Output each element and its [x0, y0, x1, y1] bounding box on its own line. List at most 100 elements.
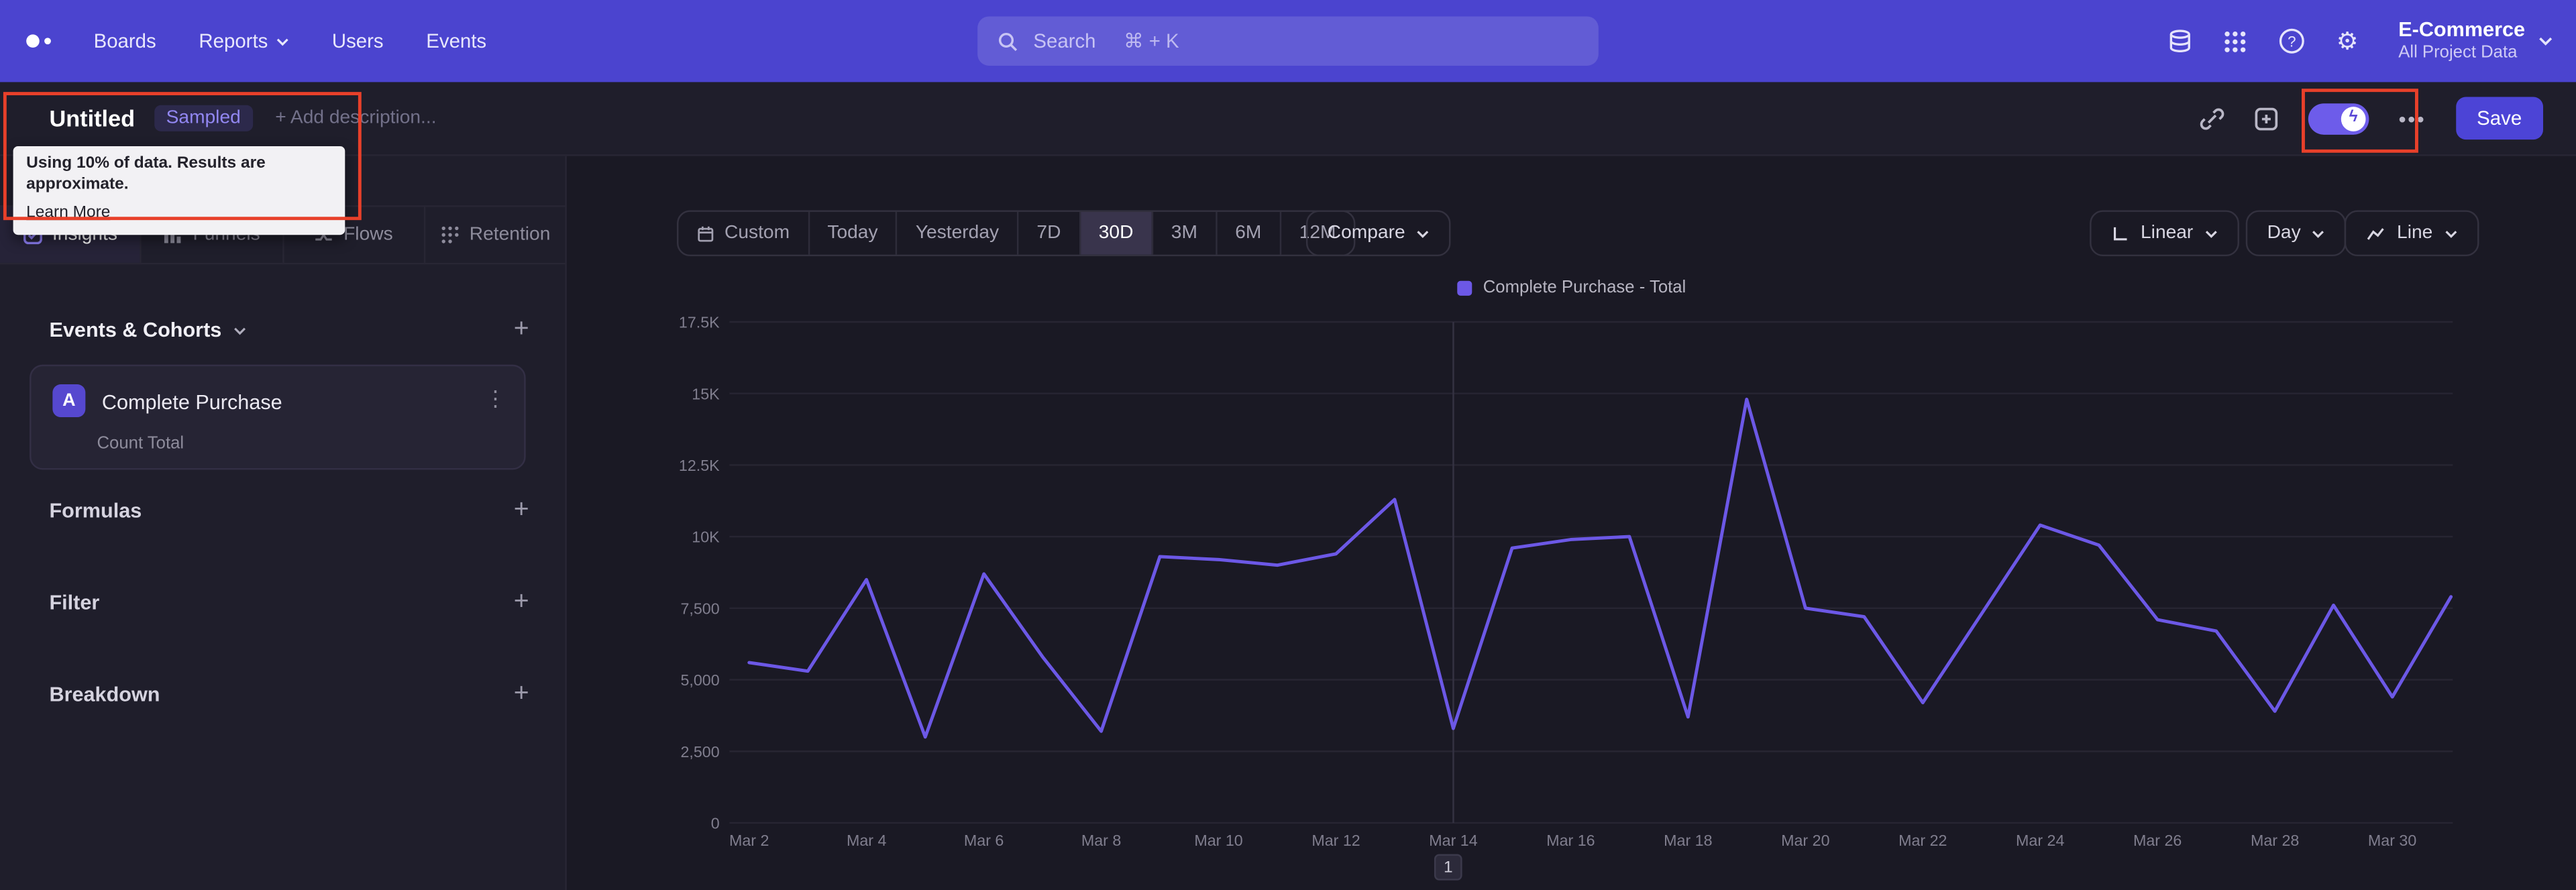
add-formulas-button[interactable]: +	[514, 497, 529, 524]
nav-label: Boards	[93, 30, 156, 53]
date-range-segment: Custom Today Yesterday 7D 30D 3M 6M 12M	[676, 210, 1356, 257]
y-tick-label: 15K	[692, 385, 720, 402]
tooltip-text: Using 10% of data. Results are approxima…	[26, 154, 266, 193]
chevron-down-icon	[2539, 37, 2553, 46]
nav-item-reports[interactable]: Reports	[199, 30, 289, 52]
top-nav: Boards Reports Users Events Search ⌘ + K…	[0, 0, 2576, 82]
event-aggregation[interactable]: Count Total	[97, 434, 184, 453]
events-cohorts-label[interactable]: Events & Cohorts	[49, 319, 221, 341]
add-to-board-icon[interactable]	[2254, 106, 2279, 131]
tab-retention[interactable]: Retention	[423, 207, 565, 263]
add-description-button[interactable]: + Add description...	[275, 109, 436, 128]
event-series-badge: A	[52, 384, 86, 418]
range-yesterday[interactable]: Yesterday	[896, 211, 1017, 255]
range-label: Custom	[724, 223, 790, 243]
y-tick-label: 12.5K	[679, 457, 720, 474]
range-3m[interactable]: 3M	[1151, 211, 1215, 255]
chart-panel: Custom Today Yesterday 7D 30D 3M 6M 12M Compare…	[566, 156, 2576, 890]
sidebar-section-filter: Filter +	[49, 586, 529, 619]
section-label: Filter	[49, 591, 100, 614]
event-card[interactable]: A Complete Purchase ⋮ Count Total	[30, 364, 526, 470]
x-tick-label: Mar 16	[1546, 832, 1595, 849]
sidebar-section-formulas: Formulas +	[49, 494, 529, 527]
project-scope: All Project Data	[2398, 43, 2518, 63]
nav-item-users[interactable]: Users	[332, 30, 384, 52]
sampled-badge[interactable]: Sampled	[154, 105, 252, 131]
scale-label: Linear	[2141, 223, 2194, 243]
x-tick-label: Mar 28	[2251, 832, 2299, 849]
range-today[interactable]: Today	[807, 211, 896, 255]
nav-right: ? ⚙ E-Commerce All Project Data	[2165, 0, 2553, 82]
nav-label: Reports	[199, 30, 268, 53]
x-tick-label: Mar 6	[964, 832, 1004, 849]
x-tick-label: Mar 10	[1194, 832, 1242, 849]
chart-line	[747, 397, 2453, 739]
compare-label: Compare	[1327, 223, 1405, 243]
section-label: Formulas	[49, 499, 142, 522]
toolbar-actions: ϟ ••• Save	[2200, 97, 2544, 140]
mixpanel-logo-icon[interactable]	[26, 34, 51, 48]
apps-grid-icon[interactable]	[2221, 26, 2251, 56]
project-selector[interactable]: E-Commerce All Project Data	[2398, 17, 2553, 64]
range-label: 3M	[1171, 223, 1197, 243]
x-tick-label: Mar 30	[2368, 832, 2416, 849]
gear-glyph: ⚙	[2336, 27, 2359, 56]
report-title[interactable]: Untitled	[49, 105, 135, 131]
compare-button[interactable]: Compare	[1305, 210, 1452, 257]
nav-label: Events	[426, 30, 487, 53]
more-options-button[interactable]: •••	[2398, 106, 2426, 131]
y-tick-label: 5,000	[680, 671, 719, 689]
chevron-down-icon	[2445, 229, 2457, 237]
y-tick-label: 7,500	[680, 600, 719, 617]
legend-label[interactable]: Complete Purchase - Total	[1483, 278, 1686, 297]
nav-left: Boards Reports Users Events	[26, 0, 486, 82]
project-texts: E-Commerce All Project Data	[2398, 17, 2525, 64]
add-breakdown-button[interactable]: +	[514, 681, 529, 708]
range-label: 7D	[1036, 223, 1061, 243]
sidebar-sections: Formulas + Filter + Breakdown +	[49, 494, 529, 711]
retention-icon	[441, 226, 458, 243]
chart-type-line-dropdown[interactable]: Line	[2344, 210, 2479, 257]
save-button[interactable]: Save	[2455, 97, 2544, 140]
search-input[interactable]: Search ⌘ + K	[977, 16, 1599, 66]
chevron-down-icon	[2313, 229, 2325, 237]
tab-label: Retention	[469, 225, 551, 245]
x-tick-label: Mar 20	[1781, 832, 1829, 849]
learn-more-link[interactable]: Learn More	[26, 204, 110, 222]
settings-gear-icon[interactable]: ⚙	[2332, 26, 2362, 56]
line-chart[interactable]: 0 2,500 5,000 7,500 10K 12.5K 15K 17.5K Mar 2 Mar…	[659, 304, 2482, 879]
range-30d[interactable]: 30D	[1079, 211, 1152, 255]
event-title[interactable]: Complete Purchase	[102, 391, 282, 414]
mixpanel-insights-app: Boards Reports Users Events Search ⌘ + K…	[0, 0, 2576, 890]
sampling-toggle[interactable]: ϟ	[2308, 103, 2369, 134]
help-icon[interactable]: ?	[2277, 26, 2306, 56]
event-options-kebab[interactable]: ⋮	[484, 386, 506, 412]
section-label: Breakdown	[49, 683, 160, 707]
range-6m[interactable]: 6M	[1215, 211, 1279, 255]
chevron-down-icon	[276, 38, 288, 46]
tab-label: Flows	[343, 225, 393, 245]
pagination-page-1[interactable]: 1	[1434, 854, 1462, 881]
y-tick-label: 0	[711, 815, 720, 832]
link-icon[interactable]	[2200, 106, 2224, 131]
x-tick-label: Mar 26	[2133, 832, 2182, 849]
project-name: E-Commerce	[2398, 17, 2526, 41]
interval-day-dropdown[interactable]: Day	[2245, 210, 2347, 257]
chevron-down-icon	[2205, 229, 2217, 237]
range-custom[interactable]: Custom	[678, 212, 808, 255]
add-event-button[interactable]: +	[514, 316, 529, 343]
line-chart-icon	[2367, 227, 2384, 239]
nav-item-boards[interactable]: Boards	[94, 30, 156, 52]
y-tick-label: 10K	[692, 529, 720, 546]
events-cohorts-header: Events & Cohorts +	[49, 314, 529, 347]
x-tick-label: Mar 4	[847, 832, 887, 849]
add-filter-button[interactable]: +	[514, 589, 529, 616]
nav-label: Users	[331, 30, 384, 53]
range-label: Yesterday	[915, 223, 1000, 243]
data-icon[interactable]	[2165, 26, 2194, 56]
scale-linear-dropdown[interactable]: Linear	[2090, 210, 2239, 257]
nav-item-events[interactable]: Events	[426, 30, 486, 52]
axis-icon	[2113, 226, 2127, 240]
query-sidebar: Insights Funnels Flows Retention Events …	[0, 156, 567, 890]
range-7d[interactable]: 7D	[1017, 211, 1079, 255]
